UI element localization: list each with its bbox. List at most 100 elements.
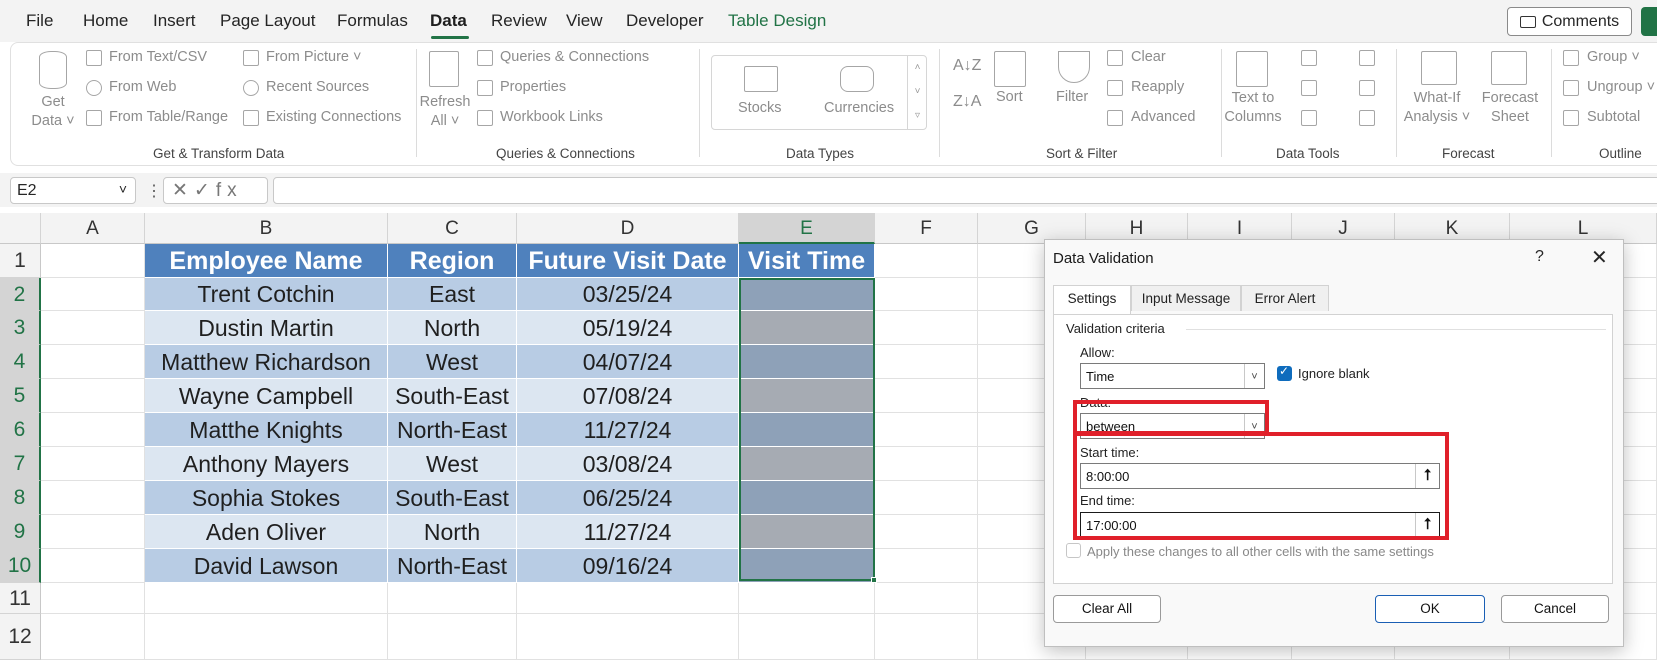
row-header-2[interactable]: 2: [0, 278, 41, 311]
clear-all-button[interactable]: Clear All: [1053, 595, 1161, 623]
tab-settings[interactable]: Settings: [1053, 285, 1131, 315]
row-header-9[interactable]: 9: [0, 515, 41, 549]
comments-button[interactable]: Comments: [1507, 7, 1632, 36]
table-cell[interactable]: Dustin Martin: [145, 311, 388, 345]
formula-input[interactable]: [273, 177, 1657, 204]
queries-connections-button[interactable]: Queries & Connections: [500, 49, 649, 65]
table-cell[interactable]: [739, 447, 875, 481]
menu-data[interactable]: Data: [430, 11, 467, 31]
filter-button[interactable]: Filter: [1056, 89, 1088, 105]
sort-a-z-icon[interactable]: A↓Z: [953, 57, 981, 75]
table-cell[interactable]: [739, 549, 875, 583]
row-header-6[interactable]: 6: [0, 413, 41, 447]
from-picture-button[interactable]: From Picture ˅: [266, 49, 362, 65]
what-if-analysis-button[interactable]: What-If Analysis ˅: [1401, 89, 1473, 127]
data-model-icon[interactable]: [1359, 110, 1375, 126]
row-header-4[interactable]: 4: [0, 345, 41, 379]
relationships-icon[interactable]: [1359, 80, 1375, 96]
recent-sources-button[interactable]: Recent Sources: [266, 79, 369, 95]
subtotal-button[interactable]: Subtotal: [1587, 109, 1640, 125]
currencies-button[interactable]: Currencies: [824, 100, 894, 116]
row-header-12[interactable]: 12: [0, 614, 41, 660]
allow-select[interactable]: Time ˅: [1080, 363, 1265, 389]
from-text-csv-button[interactable]: From Text/CSV: [109, 49, 207, 65]
row-header-8[interactable]: 8: [0, 481, 41, 515]
table-cell[interactable]: Trent Cotchin: [145, 278, 388, 311]
from-web-button[interactable]: From Web: [109, 79, 176, 95]
menu-developer[interactable]: Developer: [626, 11, 704, 31]
fx-icon[interactable]: ✕✓fx: [172, 180, 243, 201]
table-cell[interactable]: Sophia Stokes: [145, 481, 388, 515]
apply-all-checkbox[interactable]: [1066, 543, 1081, 558]
column-header-a[interactable]: A: [41, 213, 145, 244]
table-cell[interactable]: [739, 345, 875, 379]
menu-formulas[interactable]: Formulas: [337, 11, 408, 31]
remove-duplicates-icon[interactable]: [1301, 80, 1317, 96]
name-box[interactable]: E2 ˅: [10, 177, 136, 204]
ignore-blank-checkbox[interactable]: ✓: [1277, 364, 1292, 381]
table-cell[interactable]: Aden Oliver: [145, 515, 388, 549]
workbook-links-button[interactable]: Workbook Links: [500, 109, 603, 125]
consolidate-icon[interactable]: [1359, 50, 1375, 66]
column-header-d[interactable]: D: [517, 213, 739, 244]
row-header-11[interactable]: 11: [0, 583, 41, 614]
table-header-cell[interactable]: Visit Time: [739, 244, 875, 278]
table-cell[interactable]: West: [388, 447, 517, 481]
column-header-b[interactable]: B: [145, 213, 388, 244]
from-table-range-button[interactable]: From Table/Range: [109, 109, 228, 125]
chevron-down-icon[interactable]: ˅: [1244, 364, 1264, 388]
table-header-cell[interactable]: Region: [388, 244, 517, 278]
group-button[interactable]: Group ˅: [1587, 49, 1640, 65]
fill-handle[interactable]: [871, 577, 877, 583]
table-cell[interactable]: 06/25/24: [517, 481, 739, 515]
table-cell[interactable]: 05/19/24: [517, 311, 739, 345]
table-cell[interactable]: West: [388, 345, 517, 379]
formula-buttons[interactable]: ✕✓fx: [163, 177, 268, 204]
table-cell[interactable]: 11/27/24: [517, 515, 739, 549]
ungroup-button[interactable]: Ungroup ˅: [1587, 79, 1655, 95]
table-cell[interactable]: 03/08/24: [517, 447, 739, 481]
table-header-cell[interactable]: Employee Name: [145, 244, 388, 278]
table-cell[interactable]: Matthe Knights: [145, 413, 388, 447]
table-cell[interactable]: [739, 413, 875, 447]
ok-button[interactable]: OK: [1375, 595, 1485, 623]
row-header-1[interactable]: 1: [0, 244, 41, 278]
gallery-scroll[interactable]: ˄ ˅ ▿: [907, 56, 927, 129]
existing-connections-button[interactable]: Existing Connections: [266, 109, 401, 125]
table-cell[interactable]: [739, 515, 875, 549]
tab-error-alert[interactable]: Error Alert: [1241, 285, 1329, 311]
row-header-7[interactable]: 7: [0, 447, 41, 481]
column-header-c[interactable]: C: [388, 213, 517, 244]
menu-review[interactable]: Review: [491, 11, 547, 31]
data-validation-icon[interactable]: [1301, 110, 1317, 126]
table-cell[interactable]: David Lawson: [145, 549, 388, 583]
select-all-corner[interactable]: [0, 213, 41, 244]
table-cell[interactable]: Matthew Richardson: [145, 345, 388, 379]
advanced-button[interactable]: Advanced: [1131, 109, 1196, 125]
chevron-down-icon[interactable]: ˅: [119, 181, 127, 197]
row-header-3[interactable]: 3: [0, 311, 41, 345]
share-button[interactable]: [1641, 7, 1657, 36]
table-cell[interactable]: [739, 278, 875, 311]
table-cell[interactable]: 09/16/24: [517, 549, 739, 583]
refresh-all-button[interactable]: Refresh All ˅: [416, 93, 474, 131]
table-cell[interactable]: Anthony Mayers: [145, 447, 388, 481]
table-cell[interactable]: [739, 311, 875, 345]
stocks-button[interactable]: Stocks: [738, 100, 782, 116]
table-cell[interactable]: [739, 481, 875, 515]
table-cell[interactable]: 04/07/24: [517, 345, 739, 379]
menu-table-design[interactable]: Table Design: [728, 11, 826, 31]
flash-fill-icon[interactable]: [1301, 50, 1317, 66]
column-header-f[interactable]: F: [875, 213, 978, 244]
get-data-button[interactable]: Get Data ˅: [31, 93, 75, 131]
menu-home[interactable]: Home: [83, 11, 128, 31]
row-header-10[interactable]: 10: [0, 549, 41, 583]
menu-file[interactable]: File: [26, 11, 53, 31]
clear-button[interactable]: Clear: [1131, 49, 1166, 65]
drag-handle-icon[interactable]: ⋮: [146, 181, 162, 201]
column-header-e[interactable]: E: [739, 213, 875, 244]
row-header-5[interactable]: 5: [0, 379, 41, 413]
table-cell[interactable]: East: [388, 278, 517, 311]
reapply-button[interactable]: Reapply: [1131, 79, 1184, 95]
forecast-sheet-button[interactable]: Forecast Sheet: [1479, 89, 1541, 127]
